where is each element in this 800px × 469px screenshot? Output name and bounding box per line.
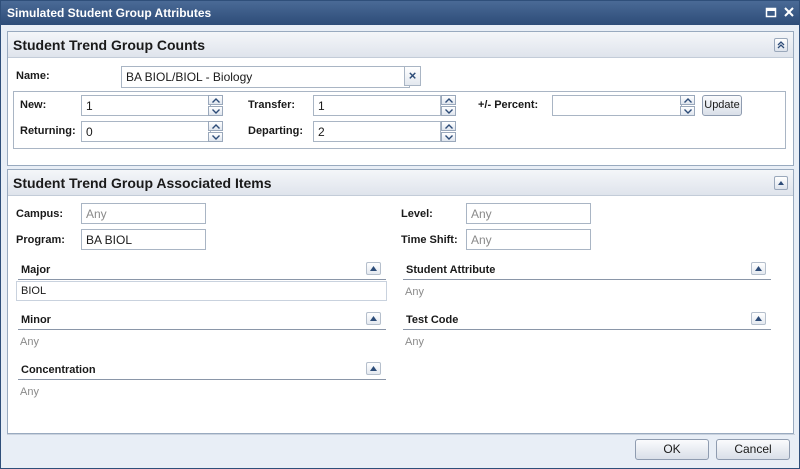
returning-stepper[interactable]: [208, 121, 223, 142]
collapse-student-attribute-button[interactable]: [751, 262, 766, 275]
returning-decrement[interactable]: [208, 132, 223, 142]
window-title: Simulated Student Group Attributes: [7, 6, 212, 20]
collapse-items-button[interactable]: [774, 176, 788, 190]
program-label: Program:: [16, 234, 65, 246]
percent-label: +/- Percent:: [478, 99, 539, 111]
transfer-increment[interactable]: [441, 95, 456, 105]
items-panel-title: Student Trend Group Associated Items: [13, 175, 272, 191]
chevron-up-icon: [445, 98, 453, 103]
departing-input[interactable]: 2: [313, 121, 441, 142]
items-panel-header: Student Trend Group Associated Items: [8, 170, 793, 196]
returning-input[interactable]: 0: [81, 121, 211, 142]
chevron-down-icon: [212, 135, 220, 140]
timeshift-field[interactable]: Any: [466, 229, 591, 250]
chevron-down-icon: [445, 135, 453, 140]
name-field[interactable]: BA BIOL/BIOL - Biology: [121, 66, 410, 88]
major-list[interactable]: BIOL: [16, 281, 387, 301]
chevron-down-icon: [212, 109, 220, 114]
chevron-up-icon: [684, 98, 692, 103]
campus-field[interactable]: Any: [81, 203, 206, 224]
counts-panel-header: Student Trend Group Counts: [8, 32, 793, 58]
chevron-up-icon: [212, 98, 220, 103]
new-label: New:: [20, 99, 47, 111]
major-section-header: Major: [18, 262, 386, 280]
cancel-button[interactable]: Cancel: [716, 439, 790, 460]
dialog-window: Simulated Student Group Attributes Stude…: [0, 0, 800, 469]
test-code-title: Test Code: [406, 314, 459, 326]
test-code-section-header: Test Code: [403, 312, 771, 330]
clear-icon: ×: [408, 68, 417, 83]
concentration-title: Concentration: [21, 364, 96, 376]
chevron-up-icon: [370, 316, 377, 321]
collapse-minor-button[interactable]: [366, 312, 381, 325]
program-field[interactable]: BA BIOL: [81, 229, 206, 250]
campus-label: Campus:: [16, 208, 64, 220]
collapse-test-code-button[interactable]: [751, 312, 766, 325]
student-attribute-title: Student Attribute: [406, 264, 496, 276]
percent-stepper[interactable]: [680, 95, 695, 116]
footer-divider: [7, 434, 795, 435]
collapse-concentration-button[interactable]: [366, 362, 381, 375]
close-icon[interactable]: [782, 6, 796, 20]
title-bar[interactable]: Simulated Student Group Attributes: [1, 1, 799, 25]
new-stepper[interactable]: [208, 95, 223, 116]
transfer-input[interactable]: 1: [313, 95, 441, 116]
percent-increment[interactable]: [680, 95, 695, 105]
new-increment[interactable]: [208, 95, 223, 105]
major-title: Major: [21, 264, 51, 276]
counts-panel: Student Trend Group Counts Name: BA BIOL…: [7, 31, 794, 166]
level-label: Level:: [401, 208, 433, 220]
collapse-major-button[interactable]: [366, 262, 381, 275]
minor-section-header: Minor: [18, 312, 386, 330]
chevron-up-icon: [755, 266, 762, 271]
returning-increment[interactable]: [208, 121, 223, 131]
chevron-down-icon: [684, 109, 692, 114]
counts-panel-title: Student Trend Group Counts: [13, 37, 206, 53]
departing-stepper[interactable]: [441, 121, 456, 142]
clear-name-button[interactable]: ×: [404, 66, 421, 86]
name-label: Name:: [16, 70, 50, 82]
maximize-icon[interactable]: [764, 6, 778, 20]
student-attribute-section-header: Student Attribute: [403, 262, 771, 280]
double-chevron-up-icon: [777, 41, 785, 49]
chevron-up-icon: [370, 266, 377, 271]
returning-label: Returning:: [20, 125, 76, 137]
new-decrement[interactable]: [208, 106, 223, 116]
new-input[interactable]: 1: [81, 95, 211, 116]
concentration-value: Any: [20, 386, 39, 398]
timeshift-label: Time Shift:: [401, 234, 458, 246]
ok-button[interactable]: OK: [635, 439, 709, 460]
level-field[interactable]: Any: [466, 203, 591, 224]
minor-title: Minor: [21, 314, 51, 326]
chevron-down-icon: [445, 109, 453, 114]
departing-decrement[interactable]: [441, 132, 456, 142]
collapse-counts-button[interactable]: [774, 38, 788, 52]
transfer-label: Transfer:: [248, 99, 296, 111]
transfer-stepper[interactable]: [441, 95, 456, 116]
test-code-value: Any: [405, 336, 424, 348]
chevron-up-icon: [445, 124, 453, 129]
student-attribute-value: Any: [405, 286, 424, 298]
percent-decrement[interactable]: [680, 106, 695, 116]
major-value: BIOL: [21, 285, 47, 297]
concentration-section-header: Concentration: [18, 362, 386, 380]
departing-label: Departing:: [248, 125, 303, 137]
percent-input[interactable]: [552, 95, 682, 116]
minor-value: Any: [20, 336, 39, 348]
chevron-up-icon: [778, 181, 784, 185]
update-button[interactable]: Update: [702, 95, 742, 116]
transfer-decrement[interactable]: [441, 106, 456, 116]
departing-increment[interactable]: [441, 121, 456, 131]
chevron-up-icon: [370, 366, 377, 371]
items-panel: Student Trend Group Associated Items Cam…: [7, 169, 794, 434]
chevron-up-icon: [755, 316, 762, 321]
chevron-up-icon: [212, 124, 220, 129]
